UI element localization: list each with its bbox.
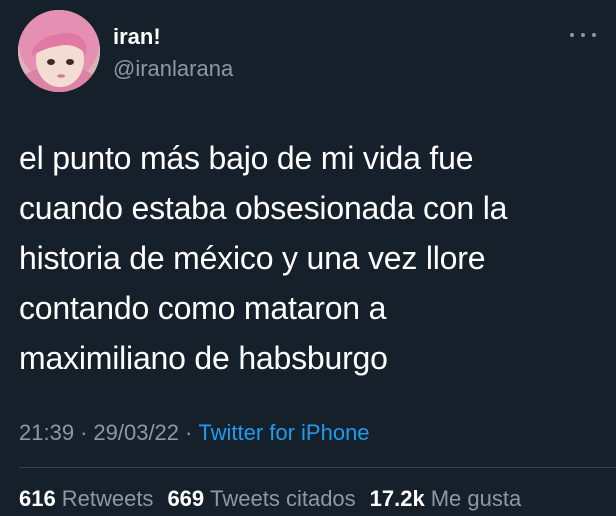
display-name[interactable]: iran!	[113, 26, 161, 48]
meta-separator: ·	[185, 420, 193, 445]
more-options-icon[interactable]	[570, 28, 596, 42]
more-dot	[592, 33, 596, 37]
user-handle[interactable]: @iranlarana	[113, 58, 233, 80]
avatar-image	[18, 10, 100, 92]
retweets-count: 616	[19, 486, 56, 511]
likes-stat[interactable]: 17.2k Me gusta	[370, 486, 522, 512]
tweet-meta: 21:39 · 29/03/22 · Twitter for iPhone	[19, 420, 370, 446]
avatar[interactable]	[18, 10, 100, 92]
retweets-stat[interactable]: 616 Retweets	[19, 486, 153, 512]
tweet-date: 29/03/22	[93, 420, 180, 445]
more-dot	[581, 33, 585, 37]
likes-count: 17.2k	[369, 486, 425, 511]
more-dot	[570, 33, 574, 37]
likes-label: Me gusta	[430, 486, 522, 511]
tweet-time: 21:39	[19, 420, 75, 445]
quotes-stat[interactable]: 669 Tweets citados	[167, 486, 355, 512]
retweets-label: Retweets	[61, 486, 154, 511]
tweet-card: iran! @iranlarana el punto más bajo de m…	[0, 0, 616, 516]
quotes-label: Tweets citados	[210, 486, 356, 511]
divider	[19, 467, 616, 468]
tweet-stats: 616 Retweets 669 Tweets citados 17.2k Me gu…	[19, 486, 521, 512]
meta-separator: ·	[80, 420, 88, 445]
tweet-source-link[interactable]: Twitter for iPhone	[198, 420, 369, 445]
tweet-text: el punto más bajo de mi vida fue cuando …	[19, 140, 508, 376]
quotes-count: 669	[167, 486, 205, 511]
